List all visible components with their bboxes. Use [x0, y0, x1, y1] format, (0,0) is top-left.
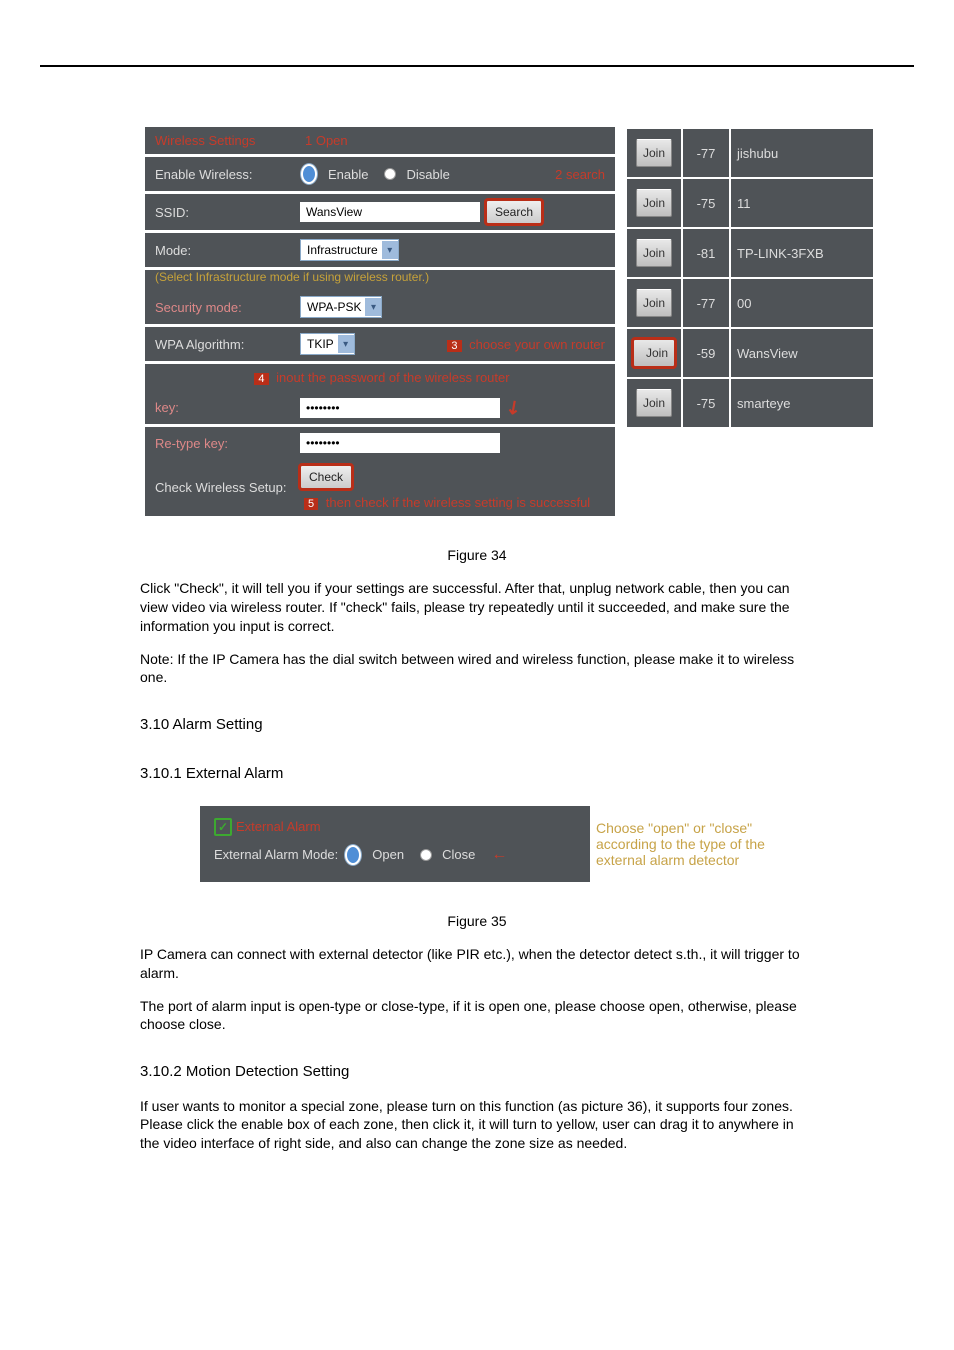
- infra-note: (Select Infrastructure mode if using wir…: [145, 270, 615, 290]
- join-button[interactable]: Join: [636, 239, 672, 267]
- mode-select[interactable]: Infrastructure ▾: [300, 239, 399, 261]
- radio-open[interactable]: [344, 844, 362, 866]
- chevron-down-icon: ▾: [338, 335, 354, 353]
- check-label: Check Wireless Setup:: [155, 480, 300, 495]
- ssid-input[interactable]: WansView: [300, 202, 480, 222]
- step5-num: 5: [304, 498, 318, 510]
- external-alarm-screenshot: ✓ External Alarm External Alarm Mode: Op…: [200, 806, 914, 882]
- search-button[interactable]: Search: [486, 200, 542, 224]
- step1-open: 1 Open: [305, 133, 348, 148]
- figure-label: Figure 34: [140, 546, 814, 565]
- radio-close[interactable]: [420, 849, 432, 861]
- radio-disable-label: Disable: [406, 167, 449, 182]
- step4-num: 4: [254, 373, 268, 385]
- retype-label: Re-type key:: [155, 436, 300, 451]
- arrow-icon: ←: [491, 846, 507, 864]
- security-select[interactable]: WPA-PSK ▾: [300, 296, 382, 318]
- signal-value: -75: [683, 379, 729, 427]
- algo-label: WPA Algorithm:: [155, 337, 300, 352]
- ap-name: smarteye: [731, 379, 873, 427]
- radio-open-label: Open: [372, 847, 404, 862]
- external-alarm-title: External Alarm: [236, 819, 321, 834]
- radio-enable[interactable]: [300, 163, 318, 185]
- key-label: key:: [155, 400, 300, 415]
- step3-num: 3: [447, 340, 461, 352]
- algo-select[interactable]: TKIP ▾: [300, 333, 355, 355]
- ap-name: jishubu: [731, 129, 873, 177]
- join-button[interactable]: Join: [636, 139, 672, 167]
- ap-list: Join-77jishubuJoin-7511Join-81TP-LINK-3F…: [625, 127, 875, 429]
- mode-value: Infrastructure: [307, 243, 378, 257]
- panel-title: Wireless Settings: [155, 133, 300, 148]
- wireless-panel: Wireless Settings 1 Open Enable Wireless…: [145, 127, 615, 516]
- signal-value: -77: [683, 129, 729, 177]
- ap-name: TP-LINK-3FXB: [731, 229, 873, 277]
- step4-text: inout the password of the wireless route…: [276, 370, 509, 385]
- body-text: Figure 34 Click "Check", it will tell yo…: [140, 546, 814, 784]
- external-alarm-panel: ✓ External Alarm External Alarm Mode: Op…: [200, 806, 590, 882]
- heading-alarm: 3.10 Alarm Setting: [140, 715, 814, 735]
- signal-value: -81: [683, 229, 729, 277]
- radio-disable[interactable]: [384, 168, 396, 180]
- ap-row: Join -7700: [627, 279, 873, 327]
- step2-search: 2 search: [555, 167, 605, 182]
- paragraph: Note: If the IP Camera has the dial swit…: [140, 650, 814, 688]
- chevron-down-icon: ▾: [365, 298, 381, 316]
- body-text-2: Figure 35 IP Camera can connect with ext…: [140, 912, 814, 1153]
- ap-name: 00: [731, 279, 873, 327]
- security-value: WPA-PSK: [307, 300, 361, 314]
- join-button[interactable]: Join: [633, 339, 675, 367]
- mode-label: Mode:: [155, 243, 300, 258]
- wireless-screenshot: Wireless Settings 1 Open Enable Wireless…: [145, 127, 914, 516]
- key-input[interactable]: ••••••••: [300, 398, 500, 418]
- radio-enable-label: Enable: [328, 167, 368, 182]
- ap-name: WansView: [731, 329, 873, 377]
- heading-external: 3.10.1 External Alarm: [140, 764, 814, 784]
- retype-input[interactable]: ••••••••: [300, 433, 500, 453]
- ap-row: Join -75smarteye: [627, 379, 873, 427]
- join-button[interactable]: Join: [636, 389, 672, 417]
- figure-label: Figure 35: [140, 912, 814, 931]
- ap-row: Join -81TP-LINK-3FXB: [627, 229, 873, 277]
- enable-label: Enable Wireless:: [155, 167, 300, 182]
- signal-value: -59: [683, 329, 729, 377]
- security-label: Security mode:: [155, 300, 300, 315]
- chevron-down-icon: ▾: [382, 241, 398, 259]
- ssid-label: SSID:: [155, 205, 300, 220]
- join-button[interactable]: Join: [636, 289, 672, 317]
- paragraph: IP Camera can connect with external dete…: [140, 945, 814, 983]
- paragraph: If user wants to monitor a special zone,…: [140, 1097, 814, 1154]
- page-rule: [40, 65, 914, 67]
- arrow-icon: ↙: [501, 395, 525, 421]
- check-button[interactable]: Check: [300, 465, 352, 489]
- ap-row: Join -77jishubu: [627, 129, 873, 177]
- ap-row: Join -7511: [627, 179, 873, 227]
- mode-label: External Alarm Mode:: [214, 847, 338, 862]
- radio-close-label: Close: [442, 847, 475, 862]
- paragraph: Click "Check", it will tell you if your …: [140, 579, 814, 636]
- step5-text: then check if the wireless setting is su…: [326, 495, 590, 510]
- signal-value: -75: [683, 179, 729, 227]
- ap-name: 11: [731, 179, 873, 227]
- step3-text: choose your own router: [469, 337, 605, 352]
- algo-value: TKIP: [307, 337, 334, 351]
- checkbox-icon[interactable]: ✓: [214, 818, 232, 836]
- paragraph: The port of alarm input is open-type or …: [140, 997, 814, 1035]
- join-button[interactable]: Join: [636, 189, 672, 217]
- signal-value: -77: [683, 279, 729, 327]
- external-alarm-note: Choose "open" or "close" according to th…: [596, 820, 796, 868]
- heading-motion: 3.10.2 Motion Detection Setting: [140, 1062, 814, 1082]
- ap-row: Join -59WansView: [627, 329, 873, 377]
